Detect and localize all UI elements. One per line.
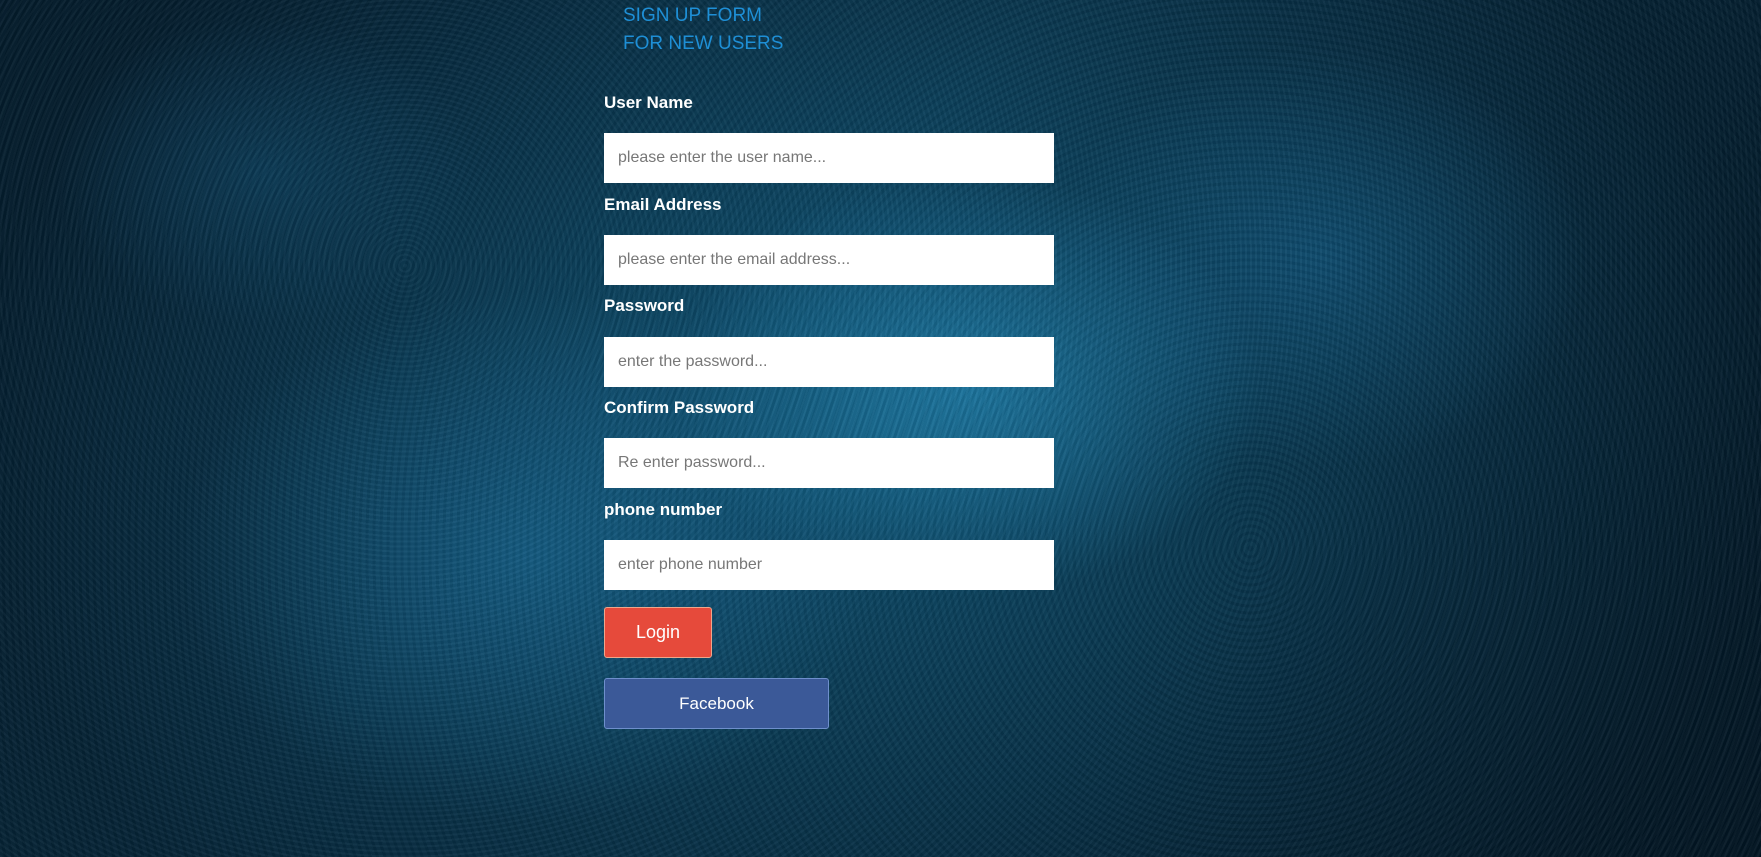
- page-title: SIGN UP FORM FOR NEW USERS: [623, 2, 783, 58]
- facebook-button[interactable]: Facebook: [604, 678, 829, 729]
- username-label: User Name: [604, 93, 693, 112]
- email-input[interactable]: [604, 235, 1054, 285]
- password-label: Password: [604, 296, 685, 315]
- login-button[interactable]: Login: [604, 607, 712, 658]
- password-input[interactable]: [604, 337, 1054, 387]
- username-input[interactable]: [604, 133, 1054, 183]
- email-label: Email Address: [604, 195, 722, 214]
- confirm-password-label: Confirm Password: [604, 398, 755, 417]
- phone-label: phone number: [604, 500, 723, 519]
- title-line-1: SIGN UP FORM: [623, 5, 762, 26]
- confirm-password-input[interactable]: [604, 438, 1054, 488]
- background-texture: [0, 0, 1761, 857]
- phone-input[interactable]: [604, 540, 1054, 590]
- title-line-2: FOR NEW USERS: [623, 33, 784, 54]
